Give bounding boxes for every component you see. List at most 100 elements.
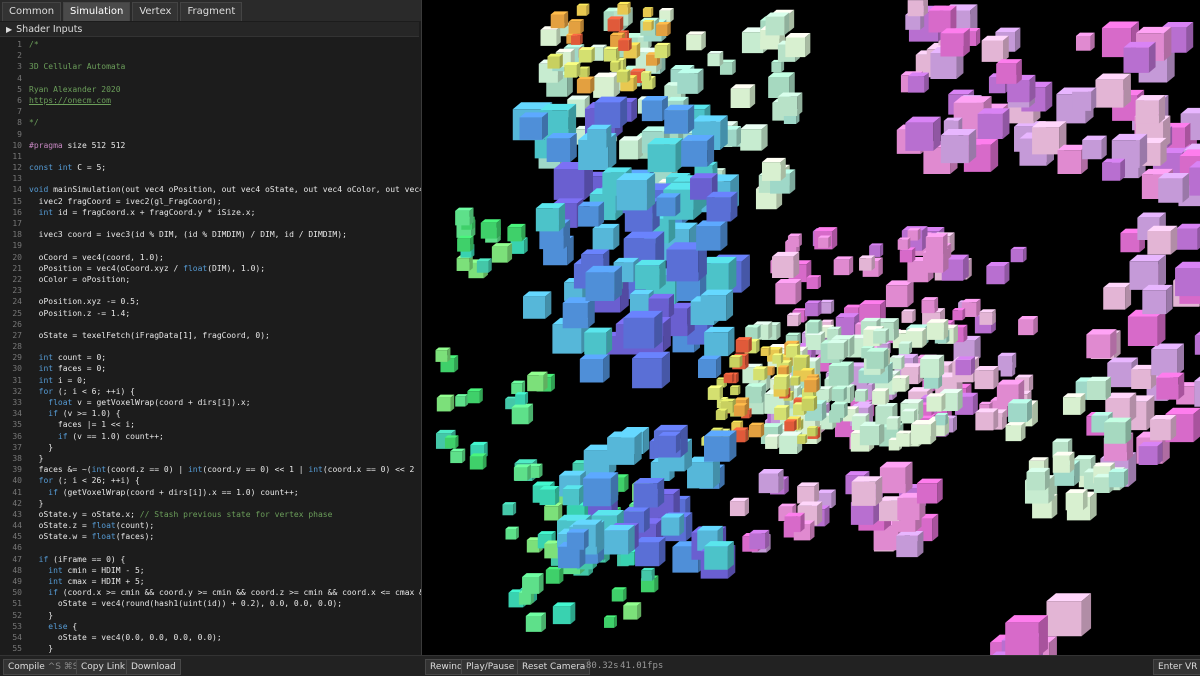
code-line: 12const int C = 5;: [0, 162, 421, 173]
code-token: [29, 577, 48, 586]
voxel-cube: [512, 404, 533, 425]
line-number: 44: [0, 520, 29, 531]
code-token: }: [29, 644, 53, 653]
code-text: ivec2 fragCoord = ivec2(gl_FragCoord);: [29, 196, 222, 207]
code-line: 13: [0, 173, 421, 184]
render-viewport[interactable]: [422, 0, 1200, 655]
line-number: 17: [0, 218, 29, 229]
voxel-cube: [435, 347, 450, 361]
code-token: {: [68, 622, 78, 631]
voxel-cube: [616, 173, 655, 210]
tab-simulation[interactable]: Simulation: [63, 2, 130, 21]
code-line: 9: [0, 129, 421, 140]
code-text: int count = 0;: [29, 352, 106, 363]
voxel-cube: [805, 300, 821, 316]
code-token: (; i < 6; ++i) {: [53, 387, 135, 396]
voxel-cube: [457, 255, 473, 271]
code-token: #pragma: [29, 141, 63, 150]
code-token: void: [29, 185, 48, 194]
code-token: [29, 208, 39, 217]
voxel-cube: [707, 51, 723, 66]
code-token: int: [188, 465, 202, 474]
voxel-cube: [1104, 418, 1131, 444]
voxel-cube: [619, 136, 643, 159]
voxel-cube: [526, 612, 546, 631]
voxel-cube: [617, 2, 630, 15]
code-token: (coord.y == 0) << 1 |: [202, 465, 308, 474]
voxel-cube: [790, 376, 800, 386]
voxel-cube: [986, 262, 1009, 284]
code-token: (getVoxelWrap(coord + dirs[i]).x == 1.0)…: [58, 488, 299, 497]
code-token: [29, 387, 39, 396]
shader-inputs-toggle[interactable]: ▶Shader Inputs: [0, 22, 419, 37]
voxel-cube: [866, 348, 888, 369]
line-number: 47: [0, 554, 29, 565]
code-token: float: [92, 532, 116, 541]
voxel-cube: [1139, 442, 1163, 465]
voxel-cube: [467, 388, 482, 403]
code-area[interactable]: 1/*233D Cellular Automata45Ryan Alexande…: [0, 39, 421, 655]
code-line: 18 ivec3 coord = ivec3(id % DIM, (id % D…: [0, 229, 421, 240]
voxel-cube: [594, 97, 627, 128]
play-pause-button[interactable]: Play/Pause: [461, 659, 519, 675]
voxel-cube: [1087, 377, 1111, 400]
code-text: oState.z = float(count);: [29, 520, 154, 531]
download-button[interactable]: Download: [126, 659, 181, 675]
voxel-cube: [567, 529, 589, 550]
code-line: 47 if (iFrame == 0) {: [0, 554, 421, 565]
code-line: 31 int i = 0;: [0, 375, 421, 386]
code-token: 3D Cellular Automata: [29, 62, 125, 71]
code-token: (iFrame == 0) {: [48, 555, 125, 564]
voxel-cube: [553, 602, 575, 624]
code-text: for (; i < 26; ++i) {: [29, 475, 140, 486]
code-token: [29, 432, 58, 441]
voxel-cube: [762, 158, 786, 181]
code-line: 30 int faces = 0;: [0, 363, 421, 374]
voxel-cube: [996, 59, 1022, 84]
reset-camera-button[interactable]: Reset Camera: [517, 659, 590, 675]
enter-vr-button[interactable]: Enter VR: [1153, 659, 1200, 675]
voxel-cube: [583, 472, 618, 506]
line-number: 36: [0, 431, 29, 442]
voxel-cube: [736, 337, 752, 353]
code-line: 1/*: [0, 39, 421, 50]
code-token: if: [39, 555, 49, 564]
voxel-cube: [911, 420, 936, 444]
voxel-cube: [920, 355, 944, 378]
voxel-cube: [716, 409, 728, 420]
code-line: 16 int id = fragCoord.x + fragCoord.y * …: [0, 207, 421, 218]
voxel-cube: [730, 498, 749, 516]
voxel-cube: [797, 434, 807, 444]
code-token: v = getVoxelWrap(coord + dirs[i]).x;: [72, 398, 250, 407]
voxel-cube: [898, 238, 911, 250]
voxel-cube: [908, 0, 928, 16]
line-number: 20: [0, 252, 29, 263]
voxel-cube: [774, 405, 789, 420]
line-number: 12: [0, 162, 29, 173]
code-line: 43 oState.y = oState.x; // Stash previou…: [0, 509, 421, 520]
code-token: [29, 555, 39, 564]
code-line: 22 oColor = oPosition;: [0, 274, 421, 285]
copy-link-button[interactable]: Copy Link: [76, 659, 130, 675]
tab-fragment[interactable]: Fragment: [180, 2, 242, 21]
code-token: https://onecm.com: [29, 96, 111, 105]
tab-common[interactable]: Common: [2, 2, 61, 21]
code-text: }: [29, 643, 53, 654]
code-token: int: [48, 577, 62, 586]
line-number: 45: [0, 531, 29, 542]
code-token: int: [48, 566, 62, 575]
code-text: Ryan Alexander 2020: [29, 84, 121, 95]
code-token: [29, 588, 48, 597]
voxel-cube: [1147, 226, 1177, 255]
code-token: C = 5;: [72, 163, 106, 172]
voxel-cube: [785, 513, 805, 532]
code-token: ivec2 fragCoord = ivec2(gl_FragCoord);: [29, 197, 222, 206]
compile-button[interactable]: Compile ^S ⌘S: [3, 659, 84, 675]
code-line: 46: [0, 542, 421, 553]
tab-vertex[interactable]: Vertex: [132, 2, 178, 21]
voxel-cube: [765, 434, 780, 449]
code-token: oState = texelFetch(iFragData[1], fragCo…: [29, 331, 270, 340]
voxel-cube: [604, 46, 620, 61]
voxel-cube: [860, 422, 884, 446]
voxel-cube: [648, 138, 683, 172]
